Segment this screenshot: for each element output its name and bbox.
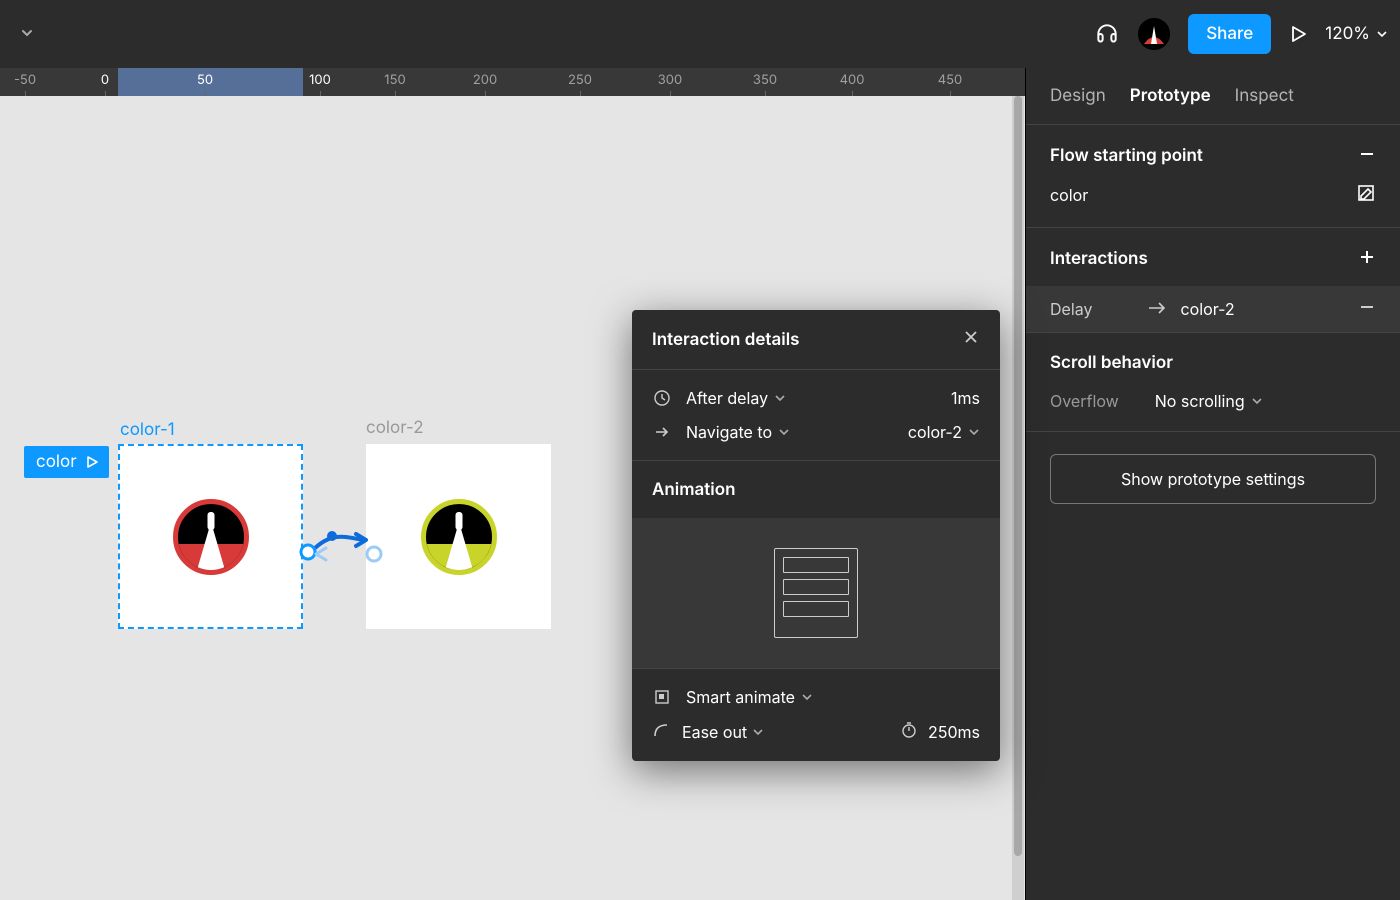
frame-color-2[interactable]: color-2	[366, 444, 551, 629]
flow-start-label: color	[36, 452, 77, 472]
duration-value[interactable]: 250ms	[928, 722, 980, 742]
scroll-behavior-section: Scroll behavior Overflow No scrolling	[1026, 333, 1400, 432]
panel-tabs: Design Prototype Inspect	[1026, 68, 1400, 125]
tab-inspect[interactable]: Inspect	[1235, 86, 1294, 106]
frame-label[interactable]: color-2	[366, 418, 424, 438]
easing-curve-icon	[652, 721, 670, 743]
top-toolbar: Share 120%	[0, 0, 1400, 68]
overflow-dropdown[interactable]: No scrolling	[1155, 391, 1263, 411]
user-avatar[interactable]	[1138, 18, 1170, 50]
arrow-right-icon	[652, 423, 672, 441]
prototype-connector[interactable]	[298, 526, 388, 566]
close-icon[interactable]	[962, 328, 980, 351]
flow-name[interactable]: color	[1050, 185, 1088, 205]
share-button[interactable]: Share	[1188, 14, 1271, 54]
trigger-value[interactable]: 1ms	[951, 388, 980, 408]
interaction-details-popover: Interaction details After delay 1ms Navi…	[632, 310, 1000, 761]
ruler-tick: 50	[197, 72, 213, 88]
tab-prototype[interactable]: Prototype	[1130, 86, 1211, 106]
animation-section-title: Animation	[652, 480, 736, 500]
audio-huddle-icon[interactable]	[1094, 21, 1120, 47]
ruler-tick: 450	[938, 72, 963, 88]
ruler-tick: 250	[568, 72, 592, 88]
zoom-value: 120%	[1325, 24, 1370, 44]
interactions-title: Interactions	[1050, 249, 1148, 269]
clock-icon	[652, 389, 672, 407]
interaction-target: color-2	[1181, 299, 1235, 319]
ruler-tick: 100	[309, 72, 331, 88]
main-menu-button[interactable]	[12, 16, 42, 52]
easing-dropdown[interactable]: Ease out	[682, 722, 764, 742]
show-prototype-settings-button[interactable]: Show prototype settings	[1050, 454, 1376, 504]
overflow-label: Overflow	[1050, 391, 1119, 411]
ruler-tick: 400	[840, 72, 865, 88]
ruler-tick: 350	[753, 72, 777, 88]
rocket-badge-red	[173, 499, 249, 575]
interaction-row[interactable]: Delay color-2	[1026, 286, 1400, 332]
arrow-right-icon	[1147, 299, 1167, 319]
tab-design[interactable]: Design	[1050, 86, 1106, 106]
scrollbar-thumb[interactable]	[1014, 96, 1022, 856]
popover-title: Interaction details	[652, 330, 799, 350]
animation-preview	[632, 518, 1000, 668]
remove-interaction-icon[interactable]	[1358, 298, 1376, 320]
rocket-badge-yellow	[421, 499, 497, 575]
remove-flow-icon[interactable]	[1358, 145, 1376, 167]
ruler-tick: 300	[658, 72, 682, 88]
interactions-section: Interactions Delay color-2	[1026, 228, 1400, 333]
animation-type-dropdown[interactable]: Smart animate	[686, 687, 813, 707]
trigger-dropdown[interactable]: After delay	[686, 388, 786, 408]
smart-animate-icon	[652, 688, 672, 706]
scroll-section-title: Scroll behavior	[1050, 353, 1173, 373]
frame-label[interactable]: color-1	[120, 420, 175, 440]
ruler-tick: -50	[14, 72, 36, 88]
present-play-icon[interactable]	[1289, 25, 1307, 43]
ruler-tick: 150	[384, 72, 405, 88]
flow-section-title: Flow starting point	[1050, 146, 1203, 166]
ruler-tick: 0	[101, 72, 109, 88]
flow-starting-point-section: Flow starting point color	[1026, 125, 1400, 228]
interaction-trigger: Delay	[1050, 299, 1093, 319]
frame-color-1[interactable]: color-1	[118, 444, 303, 629]
ruler-tick: 200	[473, 72, 497, 88]
action-target-dropdown[interactable]: color-2	[908, 422, 980, 442]
vertical-scrollbar[interactable]	[1012, 96, 1024, 900]
action-dropdown[interactable]: Navigate to	[686, 422, 790, 442]
add-interaction-icon[interactable]	[1358, 248, 1376, 270]
stopwatch-icon	[900, 721, 918, 743]
zoom-dropdown[interactable]: 120%	[1325, 24, 1388, 44]
flow-start-badge[interactable]: color	[24, 446, 109, 478]
right-panel: Design Prototype Inspect Flow starting p…	[1025, 68, 1400, 900]
edit-flow-icon[interactable]	[1356, 183, 1376, 207]
